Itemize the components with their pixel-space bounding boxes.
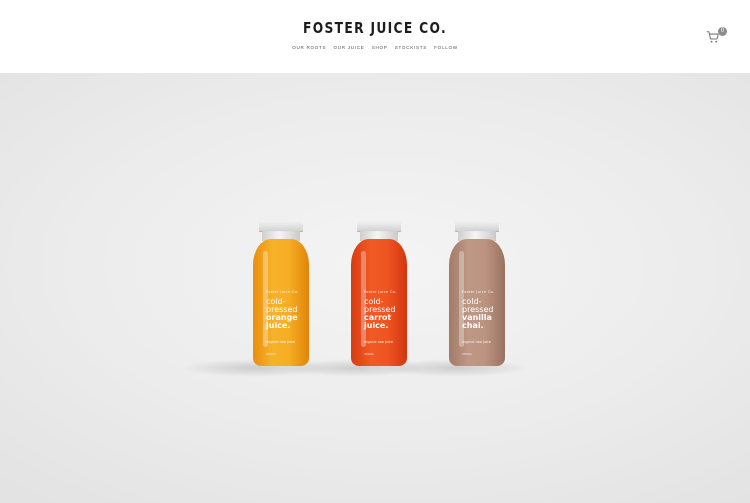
bottle-body: Foster Juice Co. cold-pressed vanilla cha… xyxy=(449,239,505,366)
nav-shop[interactable]: SHOP xyxy=(372,45,388,50)
nav-our-juice[interactable]: OUR JUICE xyxy=(334,45,365,50)
label-organic: organic raw juice xyxy=(364,340,393,344)
label-organic: organic raw juice xyxy=(462,340,491,344)
bottle-body: Foster Juice Co. cold-pressed orange juic… xyxy=(253,239,309,366)
brand-logo[interactable]: FOSTER JUICE CO. xyxy=(68,19,683,37)
label-cold-pressed: cold-pressed xyxy=(364,297,396,314)
cart-button[interactable]: 0 xyxy=(706,27,728,43)
label-volume: 250ml xyxy=(364,352,374,356)
label-flavor: vanilla chai. xyxy=(462,313,492,330)
label-brand: Foster Juice Co. xyxy=(462,290,495,294)
bottle-body: Foster Juice Co. cold-pressed carrot juic… xyxy=(351,239,407,366)
nav-our-roots[interactable]: OUR ROOTS xyxy=(292,45,326,50)
nav-follow[interactable]: FOLLOW xyxy=(434,45,458,50)
label-brand: Foster Juice Co. xyxy=(266,290,299,294)
label-cold-pressed: cold-pressed xyxy=(462,297,494,314)
label-flavor: carrot juice. xyxy=(364,313,392,330)
bottle-vanilla-chai: Foster Juice Co. cold-pressed vanilla cha… xyxy=(446,221,508,369)
cart-count-badge: 0 xyxy=(718,27,727,36)
label-flavor: orange juice. xyxy=(266,313,298,330)
label-organic: organic raw juice xyxy=(266,340,295,344)
site-header: FOSTER JUICE CO. OUR ROOTS OUR JUICE SHO… xyxy=(0,0,750,73)
label-cold-pressed: cold-pressed xyxy=(266,297,298,314)
label-volume: 250ml xyxy=(462,352,472,356)
nav-stockists[interactable]: STOCKISTS xyxy=(395,45,427,50)
bottle-orange-juice: Foster Juice Co. cold-pressed orange juic… xyxy=(250,221,312,369)
label-brand: Foster Juice Co. xyxy=(364,290,397,294)
main-nav: OUR ROOTS OUR JUICE SHOP STOCKISTS FOLLO… xyxy=(0,45,750,50)
bottle-carrot-juice: Foster Juice Co. cold-pressed carrot juic… xyxy=(348,221,410,369)
label-volume: 250ml xyxy=(266,352,276,356)
hero-image: Foster Juice Co. cold-pressed orange juic… xyxy=(0,73,750,503)
